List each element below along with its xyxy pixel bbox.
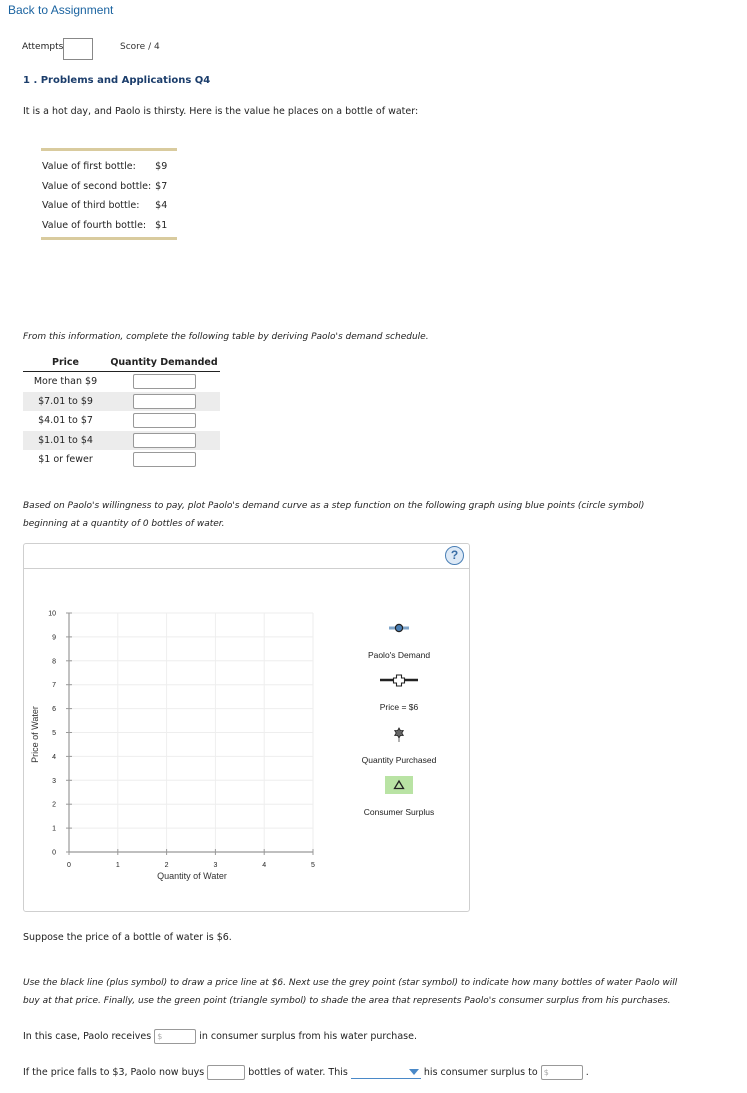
chevron-down-icon bbox=[408, 1069, 419, 1075]
price-cell: $4.01 to $7 bbox=[38, 415, 93, 427]
quantity-input[interactable] bbox=[132, 374, 196, 390]
y-tick-label: 2 bbox=[52, 802, 56, 809]
y-tick-label: 3 bbox=[52, 778, 56, 785]
quantity-header: Quantity Demanded bbox=[108, 355, 220, 372]
consumer-surplus-input[interactable]: $ bbox=[154, 1029, 197, 1044]
legend-label-price: Price = $6 bbox=[380, 702, 419, 712]
y-tick-label: 10 bbox=[48, 611, 56, 618]
fall-text-1: If the price falls to $3, Paolo now buys bbox=[23, 1067, 205, 1078]
fall-text-3: his consumer surplus to bbox=[423, 1067, 538, 1078]
change-dropdown[interactable] bbox=[350, 1066, 421, 1079]
price-cell: $1 or fewer bbox=[38, 454, 93, 466]
value-row: Value of first bottle: $9 bbox=[42, 157, 167, 177]
fall-text-2: bottles of water. This bbox=[248, 1067, 348, 1078]
x-tick-label: 5 bbox=[311, 862, 315, 869]
attempts-field bbox=[63, 38, 93, 60]
legend-surplus-swatch bbox=[385, 776, 413, 794]
demand-schedule-table: Price Quantity Demanded More than $9 $7.… bbox=[23, 355, 220, 470]
y-tick-label: 0 bbox=[52, 850, 56, 857]
graph-instruction-line-2: beginning at a quantity of 0 bottles of … bbox=[23, 519, 225, 529]
price-cell: $7.01 to $9 bbox=[23, 391, 108, 411]
consumer-surplus-sentence: In this case, Paolo receives $ in consum… bbox=[23, 1029, 417, 1044]
x-axis-title: Quantity of Water bbox=[157, 871, 227, 881]
y-tick-label: 8 bbox=[52, 658, 56, 665]
bottle-values-table: Value of first bottle: $9 Value of second… bbox=[42, 157, 167, 235]
price-header: Price bbox=[23, 355, 108, 372]
value-amount: $7 bbox=[155, 180, 168, 192]
quantity-input[interactable] bbox=[132, 413, 196, 429]
y-tick-label: 1 bbox=[52, 826, 56, 833]
x-tick-label: 0 bbox=[67, 862, 71, 869]
plus-symbol-icon bbox=[392, 674, 406, 687]
fall-text-end: . bbox=[585, 1067, 589, 1078]
score-label: Score / 4 bbox=[120, 42, 160, 52]
cs-text-after: in consumer surplus from his water purch… bbox=[199, 1031, 417, 1042]
demand-graph[interactable]: 0 1 2 3 4 5 6 7 8 9 10 0 1 2 3 4 5 Quantity of Water Price… bbox=[24, 544, 469, 911]
graph-instruction-line-1: Based on Paolo's willingness to pay, plo… bbox=[23, 501, 645, 511]
y-tick-label: 5 bbox=[52, 730, 56, 737]
bottles-input[interactable] bbox=[207, 1065, 246, 1080]
legend-label-surplus: Consumer Surplus bbox=[364, 807, 434, 817]
values-top-rule bbox=[41, 148, 177, 151]
value-label: Value of second bottle: bbox=[42, 180, 152, 192]
price-fall-sentence: If the price falls to $3, Paolo now buys… bbox=[23, 1065, 589, 1080]
back-to-assignment-link[interactable]: Back to Assignment bbox=[8, 3, 113, 17]
values-bottom-rule bbox=[41, 237, 177, 240]
y-tick-label: 9 bbox=[52, 634, 56, 641]
question-intro: It is a hot day, and Paolo is thirsty. H… bbox=[23, 106, 419, 117]
question-title: 1 . Problems and Applications Q4 bbox=[23, 75, 211, 86]
y-axis-title: Price of Water bbox=[30, 706, 40, 763]
y-tick-label: 6 bbox=[52, 706, 56, 713]
table-row: $1.01 to $4 bbox=[23, 430, 220, 450]
quantity-input[interactable] bbox=[132, 432, 196, 448]
x-tick-label: 4 bbox=[262, 862, 266, 869]
value-amount: $1 bbox=[155, 219, 168, 231]
legend-label-quantity: Quantity Purchased bbox=[362, 755, 437, 765]
value-label: Value of third bottle: bbox=[42, 200, 140, 212]
table-row: $7.01 to $9 bbox=[23, 391, 220, 411]
table-row: $4.01 to $7 bbox=[23, 411, 220, 431]
price-statement: Suppose the price of a bottle of water i… bbox=[23, 932, 232, 943]
value-row: Value of third bottle: $4 bbox=[42, 196, 167, 216]
legend-label-demand: Paolo's Demand bbox=[368, 650, 430, 660]
value-row: Value of second bottle: $7 bbox=[42, 177, 167, 197]
x-tick-label: 1 bbox=[116, 862, 120, 869]
cs-text-before: In this case, Paolo receives bbox=[23, 1031, 152, 1042]
value-amount: $9 bbox=[155, 161, 168, 173]
tool-instruction-line-2: buy at that price. Finally, use the gree… bbox=[23, 996, 671, 1006]
graph-panel: ? 0 1 2 3 4 5 6 7 8 9 10 0 1 2 3 4 5 Quantity of Water Pri… bbox=[23, 543, 470, 912]
y-tick-label: 4 bbox=[52, 754, 56, 761]
attempts-label: Attempts bbox=[22, 42, 64, 52]
quantity-input[interactable] bbox=[132, 393, 196, 409]
price-cell: $1.01 to $4 bbox=[23, 430, 108, 450]
circle-symbol-icon bbox=[394, 623, 404, 633]
x-tick-label: 2 bbox=[165, 862, 169, 869]
value-amount: $4 bbox=[155, 200, 168, 212]
schedule-instruction: From this information, complete the foll… bbox=[23, 332, 429, 342]
price-cell: More than $9 bbox=[33, 376, 98, 388]
value-label: Value of fourth bottle: bbox=[42, 219, 147, 231]
value-row: Value of fourth bottle: $1 bbox=[42, 216, 167, 236]
star-symbol-icon bbox=[393, 727, 405, 739]
y-tick-label: 7 bbox=[52, 682, 56, 689]
tool-instruction-line-1: Use the black line (plus symbol) to draw… bbox=[23, 978, 678, 988]
table-row: $1 or fewer bbox=[23, 450, 220, 470]
new-consumer-surplus-input[interactable]: $ bbox=[540, 1065, 583, 1080]
x-tick-label: 3 bbox=[213, 862, 217, 869]
table-row: More than $9 bbox=[23, 372, 220, 392]
quantity-input[interactable] bbox=[132, 452, 196, 468]
value-label: Value of first bottle: bbox=[42, 161, 136, 173]
